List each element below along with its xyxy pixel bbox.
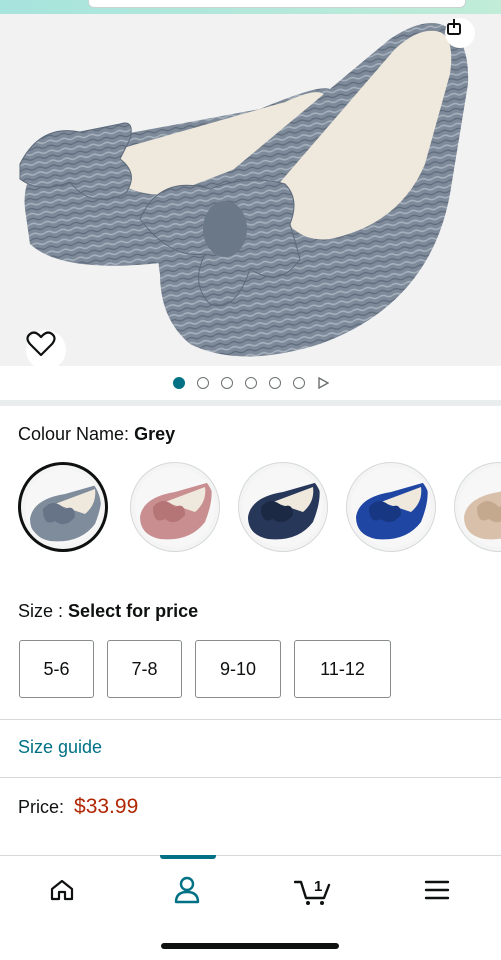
- cart-icon: 1: [294, 878, 331, 905]
- swatch-pink[interactable]: [130, 462, 220, 552]
- swatch-grey-image: [25, 469, 101, 545]
- home-indicator: [161, 943, 339, 949]
- divider: [0, 719, 501, 720]
- size-label-text: Size :: [18, 601, 64, 621]
- carousel-dot-2[interactable]: [196, 377, 209, 389]
- carousel-dot-4[interactable]: [244, 377, 257, 389]
- colour-label-text: Colour Name:: [18, 424, 130, 444]
- play-video-icon[interactable]: [317, 377, 329, 389]
- price-label: Price:: [18, 797, 65, 817]
- divider: [0, 777, 501, 778]
- share-icon: [447, 19, 461, 35]
- user-icon: [174, 876, 200, 904]
- swatch-royal-blue[interactable]: [346, 462, 436, 552]
- image-carousel-dots: [0, 366, 501, 400]
- size-guide-link[interactable]: Size guide: [18, 737, 102, 758]
- menu-icon: [424, 880, 450, 900]
- carousel-dot-3[interactable]: [220, 377, 233, 389]
- swatch-navy-image: [243, 467, 323, 547]
- wishlist-button[interactable]: [26, 330, 66, 366]
- carousel-dot-1[interactable]: [172, 377, 185, 389]
- home-icon: [50, 879, 74, 901]
- top-header-strip: [0, 0, 501, 14]
- size-label: Size : Select for price: [18, 601, 198, 622]
- carousel-dot-6[interactable]: [292, 377, 305, 389]
- nav-menu[interactable]: [407, 870, 467, 910]
- size-option-7-8[interactable]: 7-8: [107, 640, 182, 698]
- carousel-dot-5[interactable]: [268, 377, 281, 389]
- colour-swatch-list: [18, 462, 501, 554]
- selected-colour: Grey: [134, 424, 176, 444]
- price-value: $33.99: [74, 795, 139, 818]
- size-option-9-10[interactable]: 9-10: [195, 640, 281, 698]
- nav-account[interactable]: [157, 870, 217, 910]
- size-prompt: Select for price: [68, 601, 199, 621]
- cart-count-badge: 1: [314, 878, 322, 895]
- swatch-beige-image: [459, 467, 501, 547]
- price-row: Price: $33.99: [18, 795, 138, 819]
- swatch-pink-image: [135, 467, 215, 547]
- share-button[interactable]: [445, 18, 475, 48]
- colour-name-label: Colour Name: Grey: [18, 424, 175, 445]
- size-option-5-6[interactable]: 5-6: [19, 640, 94, 698]
- swatch-grey[interactable]: [18, 462, 108, 552]
- section-separator: [0, 400, 501, 406]
- size-option-11-12[interactable]: 11-12: [294, 640, 391, 698]
- nav-cart[interactable]: 1: [284, 870, 344, 910]
- swatch-navy[interactable]: [238, 462, 328, 552]
- swatch-royal-blue-image: [351, 467, 431, 547]
- heart-icon: [26, 331, 56, 357]
- active-tab-indicator: [160, 855, 216, 859]
- slippers-illustration: [19, 23, 469, 357]
- swatch-beige[interactable]: [454, 462, 501, 552]
- search-bar[interactable]: [88, 0, 466, 8]
- product-image[interactable]: [0, 14, 501, 366]
- nav-home[interactable]: [32, 870, 92, 910]
